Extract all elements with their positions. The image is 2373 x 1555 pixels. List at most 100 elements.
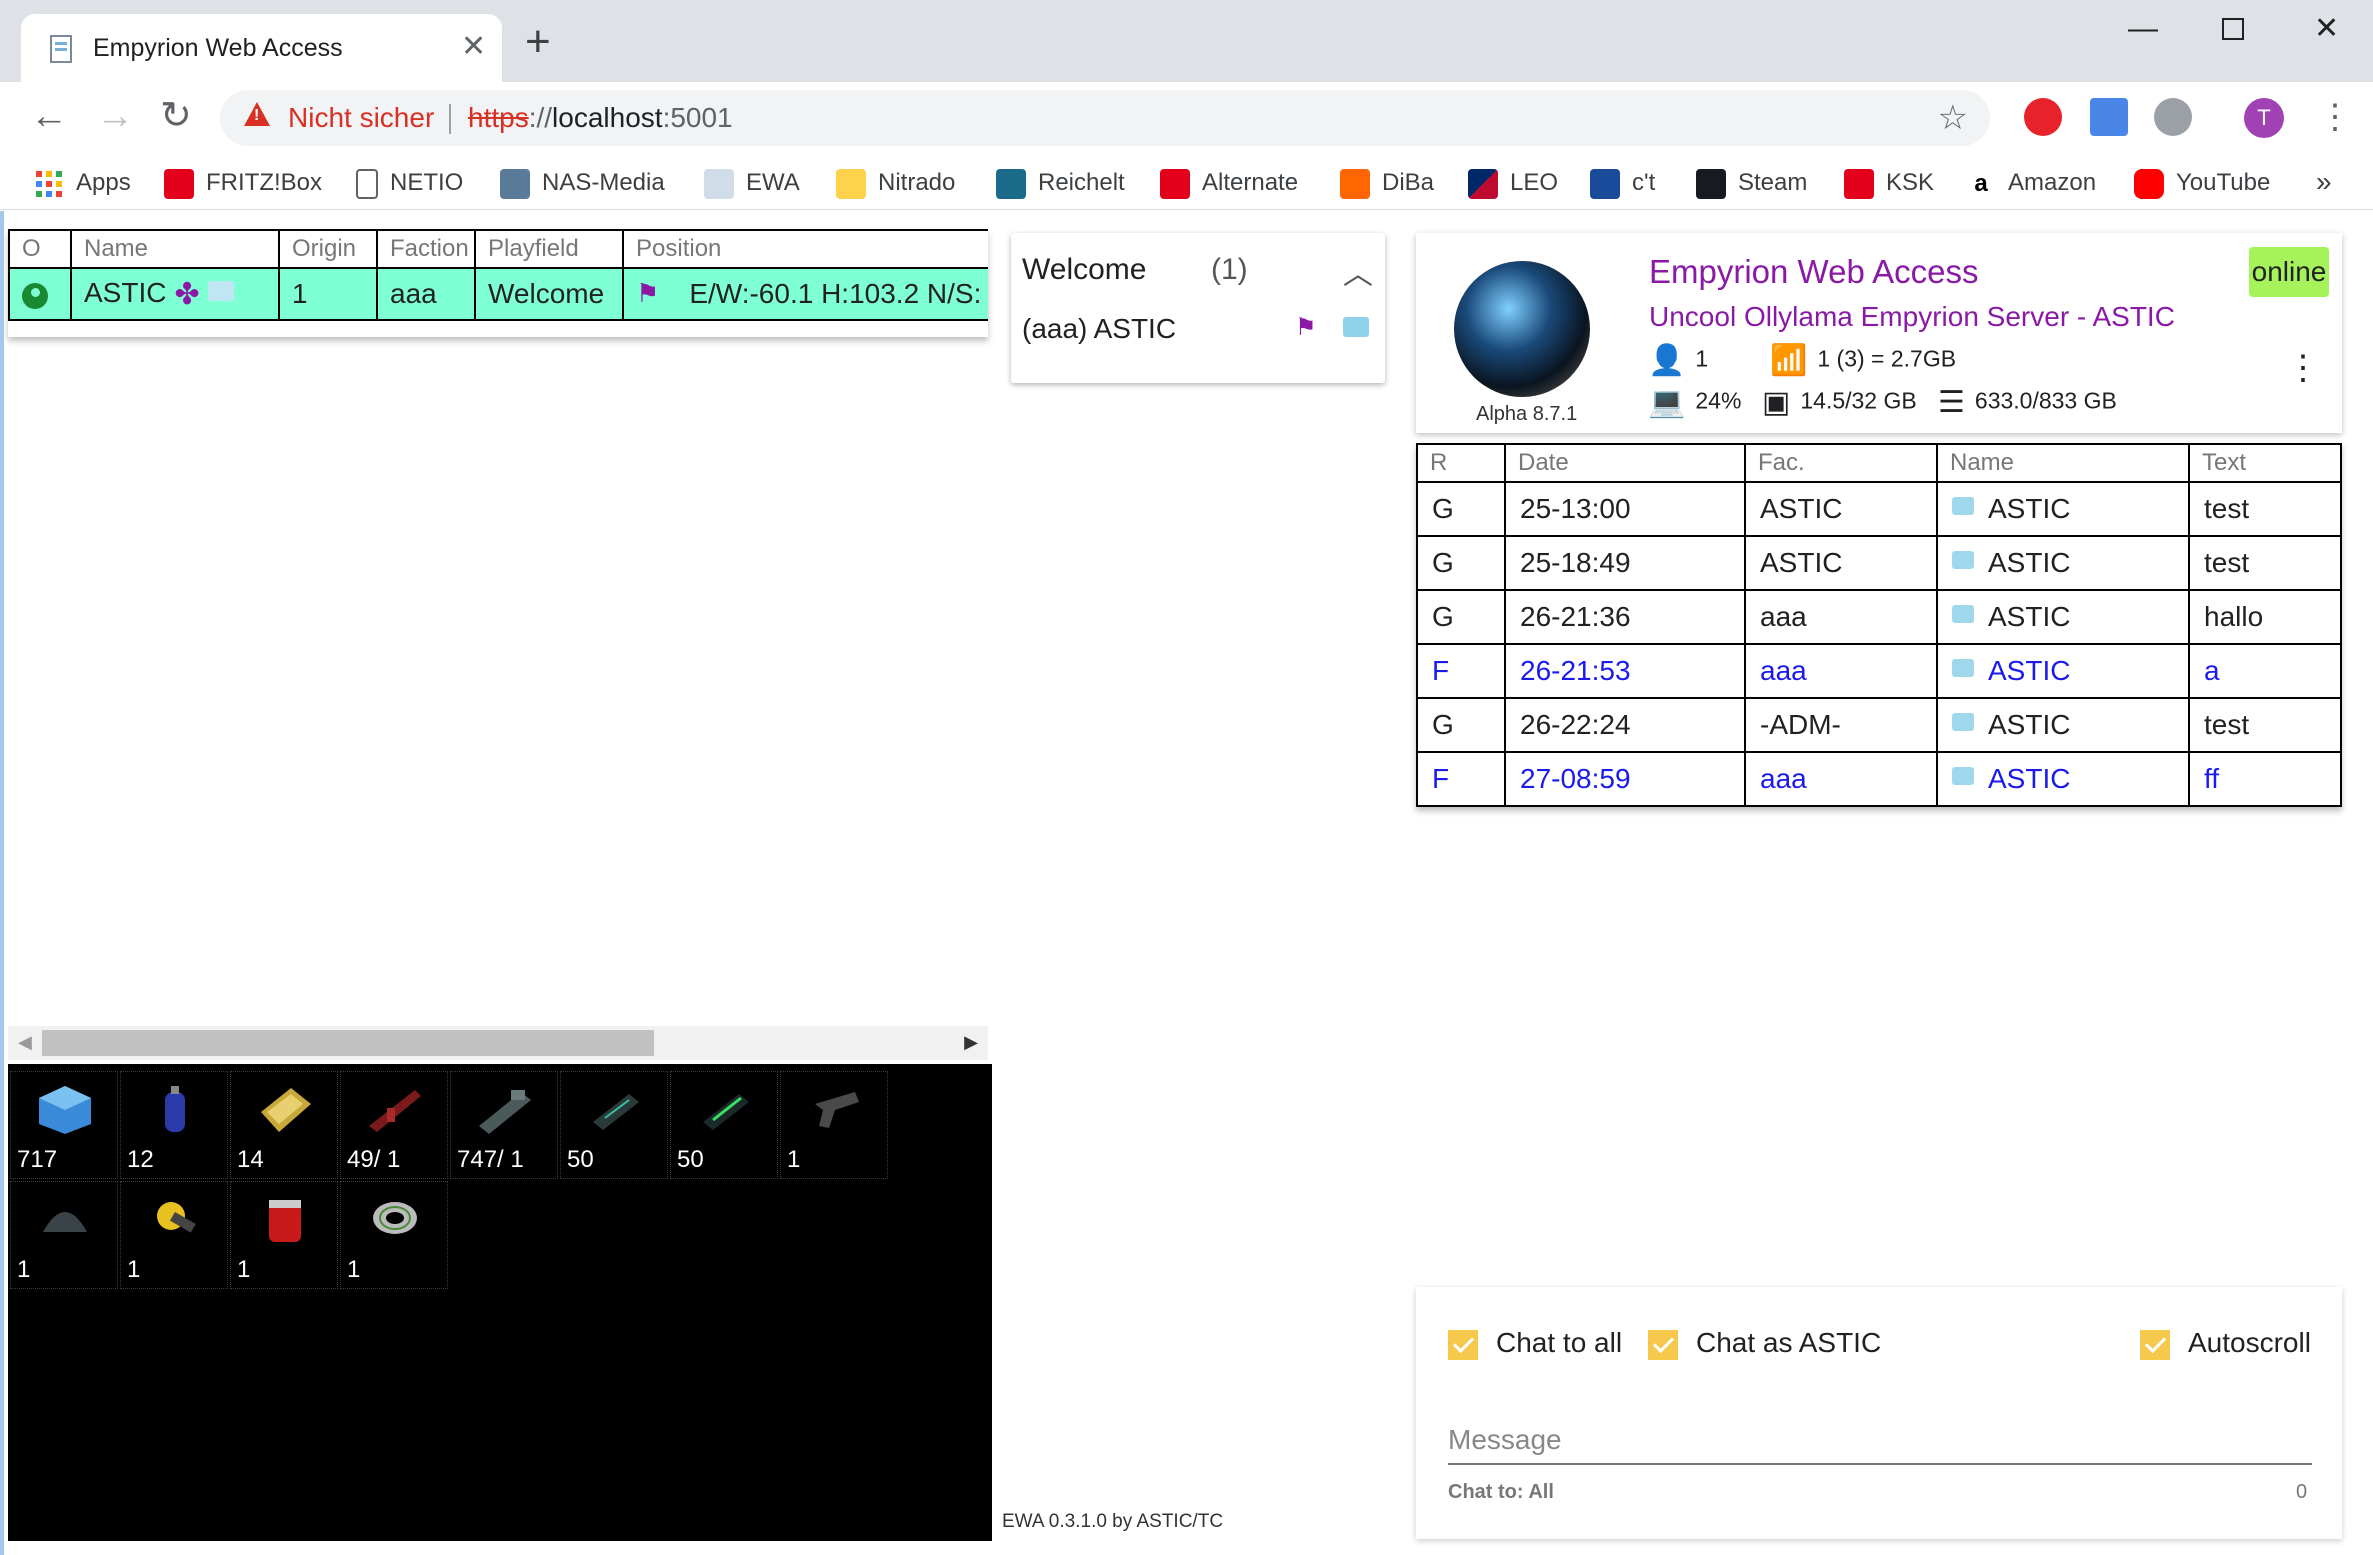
bookmark-leo[interactable]: LEO xyxy=(1468,166,1558,200)
player-row[interactable]: ASTIC ✤ 1 aaa Welcome ⚑ E/W:-60.1 H:103.2 … xyxy=(8,267,988,321)
position-text: E/W:-60.1 H:103.2 N/S: xyxy=(689,278,982,309)
bookmark-ct[interactable]: c't xyxy=(1590,166,1655,200)
bookmark-fritzbox[interactable]: FRITZ!Box xyxy=(164,166,322,200)
adblock-extension-icon[interactable] xyxy=(2024,98,2062,136)
cell-date: 26-22:24 xyxy=(1504,697,1746,753)
more-options-icon[interactable]: ⋮ xyxy=(2286,351,2320,385)
chat-icon[interactable] xyxy=(207,280,234,301)
bookmarks-overflow-icon[interactable]: » xyxy=(2316,166,2332,198)
playfield-card[interactable]: Welcome (1) ︿ (aaa) ASTIC ⚑ xyxy=(1011,233,1385,383)
bookmark-amazon[interactable]: a Amazon xyxy=(1966,166,2096,200)
inventory-slot[interactable]: 1 xyxy=(230,1181,338,1289)
playfield-name: Welcome xyxy=(1022,253,1147,286)
bookmark-youtube[interactable]: YouTube xyxy=(2134,166,2270,200)
bookmark-netio[interactable]: NETIO xyxy=(356,166,463,200)
bookmark-apps[interactable]: Apps xyxy=(34,166,131,200)
chat-icon[interactable] xyxy=(1952,713,1974,731)
reload-icon[interactable]: ↻ xyxy=(160,96,192,136)
checkbox-checked-icon[interactable] xyxy=(1448,1329,1478,1360)
chat-icon[interactable] xyxy=(1952,551,1974,569)
cell-r: G xyxy=(1416,697,1506,753)
bookmark-nas-media[interactable]: NAS-Media xyxy=(500,166,665,200)
browser-tab[interactable]: Empyrion Web Access ✕ xyxy=(21,14,502,82)
inventory-slot[interactable]: 50 xyxy=(670,1071,778,1179)
scrollbar-thumb[interactable] xyxy=(42,1030,654,1056)
chat-row-faction[interactable]: F 26-21:53 aaa ASTIC a xyxy=(1416,643,2342,699)
inventory-slot[interactable]: 747/ 1 xyxy=(450,1071,558,1179)
inventory-slot[interactable]: 1 xyxy=(120,1181,228,1289)
chat-extension-icon[interactable] xyxy=(2154,98,2192,136)
flag-icon[interactable]: ⚑ xyxy=(636,278,659,309)
window-close-icon[interactable]: ✕ xyxy=(2314,14,2339,44)
col-header-name[interactable]: Name xyxy=(70,229,280,269)
leo-flag-icon xyxy=(1468,168,1498,199)
chat-row[interactable]: G 26-21:36 aaa ASTIC hallo xyxy=(1416,589,2342,645)
col-header-text[interactable]: Text xyxy=(2188,443,2342,483)
gamepad-icon[interactable]: ✤ xyxy=(174,277,199,312)
playfield-player[interactable]: (aaa) ASTIC xyxy=(1022,313,1176,345)
url-text[interactable]: https://localhost:5001 xyxy=(468,102,733,134)
chat-as-checkbox[interactable]: Chat as ASTIC xyxy=(1648,1327,1881,1360)
playfield-player-count: (1) xyxy=(1211,253,1248,286)
chat-to-all-checkbox[interactable]: Chat to all xyxy=(1448,1327,1622,1360)
chat-row[interactable]: G 26-22:24 -ADM- ASTIC test xyxy=(1416,697,2342,753)
bookmark-diba[interactable]: DiBa xyxy=(1340,166,1434,200)
scroll-right-icon[interactable]: ▶ xyxy=(964,1032,978,1053)
chat-icon[interactable] xyxy=(1343,317,1369,337)
address-bar[interactable]: Nicht sicher https://localhost:5001 ☆ xyxy=(220,90,1990,146)
checkbox-checked-icon[interactable] xyxy=(1648,1329,1678,1360)
bookmark-steam[interactable]: Steam xyxy=(1696,166,1807,200)
translate-extension-icon[interactable] xyxy=(2090,98,2128,136)
chat-icon[interactable] xyxy=(1952,497,1974,515)
back-icon[interactable]: ← xyxy=(30,96,68,136)
drill-icon xyxy=(479,1090,531,1134)
col-header-playfield[interactable]: Playfield xyxy=(474,229,624,269)
col-header-origin[interactable]: Origin xyxy=(278,229,378,269)
col-header-faction[interactable]: Fac. xyxy=(1744,443,1938,483)
tab-close-icon[interactable]: ✕ xyxy=(461,30,486,64)
inventory-slot[interactable]: 14 xyxy=(230,1071,338,1179)
scroll-left-icon[interactable]: ◀ xyxy=(18,1032,32,1053)
horizontal-scrollbar[interactable]: ◀ ▶ xyxy=(8,1026,988,1060)
new-tab-button[interactable]: + xyxy=(525,20,551,64)
bookmark-star-icon[interactable]: ☆ xyxy=(1938,98,1968,138)
bookmark-label: Apps xyxy=(76,169,131,196)
inventory-slot[interactable]: 12 xyxy=(120,1071,228,1179)
browser-menu-icon[interactable]: ⋮ xyxy=(2318,92,2352,142)
chat-icon[interactable] xyxy=(1952,659,1974,677)
profile-avatar[interactable]: T xyxy=(2244,98,2284,138)
checkbox-checked-icon[interactable] xyxy=(2140,1329,2170,1360)
col-header-name[interactable]: Name xyxy=(1936,443,2190,483)
security-label[interactable]: Nicht sicher xyxy=(288,102,434,134)
forward-icon[interactable]: → xyxy=(96,96,134,136)
col-header-r[interactable]: R xyxy=(1416,443,1506,483)
flag-icon[interactable]: ⚑ xyxy=(1295,313,1317,342)
chat-icon[interactable] xyxy=(1952,605,1974,623)
bookmark-nitrado[interactable]: Nitrado xyxy=(836,166,955,200)
bookmark-ksk[interactable]: KSK xyxy=(1844,166,1934,200)
cell-faction: aaa xyxy=(1744,751,1938,807)
bookmark-alternate[interactable]: Alternate xyxy=(1160,166,1298,200)
chat-row[interactable]: G 25-18:49 ASTIC ASTIC test xyxy=(1416,535,2342,591)
autoscroll-checkbox[interactable]: Autoscroll xyxy=(2140,1327,2311,1360)
inventory-slot[interactable]: 50 xyxy=(560,1071,668,1179)
col-header-online[interactable]: O xyxy=(8,229,72,269)
col-header-date[interactable]: Date xyxy=(1504,443,1746,483)
chat-row[interactable]: G 25-13:00 ASTIC ASTIC test xyxy=(1416,481,2342,537)
chevron-up-icon[interactable]: ︿ xyxy=(1343,249,1373,293)
col-header-faction[interactable]: Faction xyxy=(376,229,476,269)
inventory-slot[interactable]: 717 xyxy=(10,1071,118,1179)
inventory-slot[interactable]: 1 xyxy=(10,1181,118,1289)
inventory-slot[interactable]: 49/ 1 xyxy=(340,1071,448,1179)
inventory-slot[interactable]: 1 xyxy=(780,1071,888,1179)
inventory-slot[interactable]: 1 xyxy=(340,1181,448,1289)
message-input[interactable] xyxy=(1448,1417,2312,1465)
minimize-icon[interactable]: — xyxy=(2128,14,2158,44)
bookmark-reichelt[interactable]: Reichelt xyxy=(996,166,1125,200)
maximize-icon[interactable] xyxy=(2222,18,2244,40)
chat-icon[interactable] xyxy=(1952,767,1974,785)
bookmark-ewa[interactable]: EWA xyxy=(704,166,800,200)
wifi-icon: 📶 xyxy=(1770,344,1808,377)
col-header-position[interactable]: Position xyxy=(622,229,988,269)
chat-row-faction[interactable]: F 27-08:59 aaa ASTIC ff xyxy=(1416,751,2342,807)
